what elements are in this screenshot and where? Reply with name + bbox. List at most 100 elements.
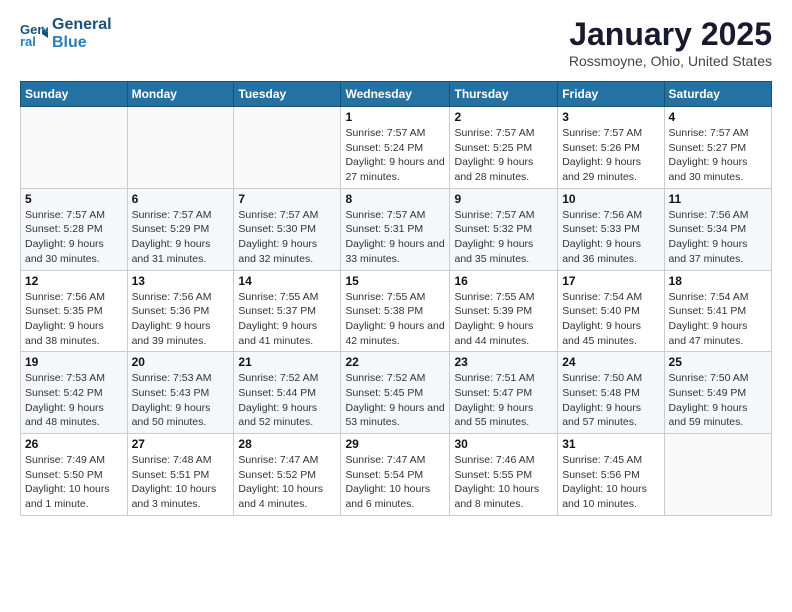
calendar-cell: [234, 107, 341, 189]
day-number: 30: [454, 437, 553, 451]
day-info: Sunrise: 7:52 AM Sunset: 5:44 PM Dayligh…: [238, 371, 336, 430]
day-info: Sunrise: 7:56 AM Sunset: 5:33 PM Dayligh…: [562, 208, 659, 267]
day-info: Sunrise: 7:53 AM Sunset: 5:43 PM Dayligh…: [132, 371, 230, 430]
calendar-cell: 29 Sunrise: 7:47 AM Sunset: 5:54 PM Dayli…: [341, 434, 450, 516]
day-info: Sunrise: 7:57 AM Sunset: 5:28 PM Dayligh…: [25, 208, 123, 267]
day-info: Sunrise: 7:57 AM Sunset: 5:30 PM Dayligh…: [238, 208, 336, 267]
calendar-cell: 15Sunrise: 7:55 AM Sunset: 5:38 PM Dayli…: [341, 270, 450, 352]
calendar-cell: 27 Sunrise: 7:48 AM Sunset: 5:51 PM Dayli…: [127, 434, 234, 516]
day-info: Sunrise: 7:50 AM Sunset: 5:48 PM Dayligh…: [562, 371, 659, 430]
day-info: Sunrise: 7:49 AM Sunset: 5:50 PM Dayligh…: [25, 453, 123, 512]
day-number: 14: [238, 274, 336, 288]
weekday-header-monday: Monday: [127, 82, 234, 107]
calendar-cell: 2 Sunrise: 7:57 AM Sunset: 5:25 PM Daylig…: [450, 107, 558, 189]
day-info: Sunrise: 7:47 AM Sunset: 5:52 PM Dayligh…: [238, 453, 336, 512]
day-info: Sunrise: 7:57 AM Sunset: 5:31 PM Dayligh…: [345, 208, 445, 267]
day-number: 10: [562, 192, 659, 206]
day-info: Sunrise: 7:48 AM Sunset: 5:51 PM Dayligh…: [132, 453, 230, 512]
calendar-cell: 20 Sunrise: 7:53 AM Sunset: 5:43 PM Dayli…: [127, 352, 234, 434]
day-info: Sunrise: 7:57 AM Sunset: 5:26 PM Dayligh…: [562, 126, 659, 185]
calendar-cell: 12Sunrise: 7:56 AM Sunset: 5:35 PM Dayli…: [21, 270, 128, 352]
day-number: 5: [25, 192, 123, 206]
svg-text:ral: ral: [20, 34, 36, 48]
day-number: 31: [562, 437, 659, 451]
day-number: 11: [669, 192, 767, 206]
calendar-cell: 22 Sunrise: 7:52 AM Sunset: 5:45 PM Dayli…: [341, 352, 450, 434]
calendar-cell: 31 Sunrise: 7:45 AM Sunset: 5:56 PM Dayli…: [558, 434, 664, 516]
day-number: 27: [132, 437, 230, 451]
calendar-cell: 18 Sunrise: 7:54 AM Sunset: 5:41 PM Dayli…: [664, 270, 771, 352]
calendar-cell: 14 Sunrise: 7:55 AM Sunset: 5:37 PM Dayli…: [234, 270, 341, 352]
logo-icon: Gene ral: [20, 20, 48, 48]
logo-text-line2: Blue: [52, 34, 112, 52]
logo: Gene ral General Blue: [20, 16, 112, 51]
calendar-cell: 16Sunrise: 7:55 AM Sunset: 5:39 PM Dayli…: [450, 270, 558, 352]
calendar-cell: 4 Sunrise: 7:57 AM Sunset: 5:27 PM Daylig…: [664, 107, 771, 189]
day-info: Sunrise: 7:57 AM Sunset: 5:27 PM Dayligh…: [669, 126, 767, 185]
calendar-title: January 2025: [569, 16, 772, 53]
day-info: Sunrise: 7:51 AM Sunset: 5:47 PM Dayligh…: [454, 371, 553, 430]
day-number: 29: [345, 437, 445, 451]
day-number: 22: [345, 355, 445, 369]
calendar-cell: 1Sunrise: 7:57 AM Sunset: 5:24 PM Daylig…: [341, 107, 450, 189]
day-number: 9: [454, 192, 553, 206]
calendar-cell: 30 Sunrise: 7:46 AM Sunset: 5:55 PM Dayli…: [450, 434, 558, 516]
calendar-cell: [127, 107, 234, 189]
day-info: Sunrise: 7:47 AM Sunset: 5:54 PM Dayligh…: [345, 453, 445, 512]
day-info: Sunrise: 7:46 AM Sunset: 5:55 PM Dayligh…: [454, 453, 553, 512]
day-number: 20: [132, 355, 230, 369]
day-info: Sunrise: 7:57 AM Sunset: 5:25 PM Dayligh…: [454, 126, 553, 185]
calendar-cell: 3Sunrise: 7:57 AM Sunset: 5:26 PM Daylig…: [558, 107, 664, 189]
day-number: 26: [25, 437, 123, 451]
day-number: 2: [454, 110, 553, 124]
calendar-cell: 17Sunrise: 7:54 AM Sunset: 5:40 PM Dayli…: [558, 270, 664, 352]
calendar-cell: 11 Sunrise: 7:56 AM Sunset: 5:34 PM Dayli…: [664, 188, 771, 270]
weekday-header-friday: Friday: [558, 82, 664, 107]
calendar-cell: 10 Sunrise: 7:56 AM Sunset: 5:33 PM Dayli…: [558, 188, 664, 270]
day-info: Sunrise: 7:56 AM Sunset: 5:34 PM Dayligh…: [669, 208, 767, 267]
header: Gene ral General Blue January 2025 Rossm…: [20, 16, 772, 69]
day-number: 6: [132, 192, 230, 206]
calendar-table: SundayMondayTuesdayWednesdayThursdayFrid…: [20, 81, 772, 516]
day-info: Sunrise: 7:45 AM Sunset: 5:56 PM Dayligh…: [562, 453, 659, 512]
day-number: 4: [669, 110, 767, 124]
calendar-cell: 25Sunrise: 7:50 AM Sunset: 5:49 PM Dayli…: [664, 352, 771, 434]
day-info: Sunrise: 7:53 AM Sunset: 5:42 PM Dayligh…: [25, 371, 123, 430]
day-info: Sunrise: 7:55 AM Sunset: 5:38 PM Dayligh…: [345, 290, 445, 349]
weekday-header-saturday: Saturday: [664, 82, 771, 107]
calendar-cell: 5 Sunrise: 7:57 AM Sunset: 5:28 PM Daylig…: [21, 188, 128, 270]
calendar-cell: 19Sunrise: 7:53 AM Sunset: 5:42 PM Dayli…: [21, 352, 128, 434]
calendar-cell: 28 Sunrise: 7:47 AM Sunset: 5:52 PM Dayli…: [234, 434, 341, 516]
day-info: Sunrise: 7:54 AM Sunset: 5:41 PM Dayligh…: [669, 290, 767, 349]
calendar-cell: 23 Sunrise: 7:51 AM Sunset: 5:47 PM Dayli…: [450, 352, 558, 434]
calendar-cell: 9 Sunrise: 7:57 AM Sunset: 5:32 PM Daylig…: [450, 188, 558, 270]
weekday-header-sunday: Sunday: [21, 82, 128, 107]
day-number: 28: [238, 437, 336, 451]
day-info: Sunrise: 7:56 AM Sunset: 5:35 PM Dayligh…: [25, 290, 123, 349]
day-number: 13: [132, 274, 230, 288]
day-number: 23: [454, 355, 553, 369]
weekday-header-wednesday: Wednesday: [341, 82, 450, 107]
weekday-header-thursday: Thursday: [450, 82, 558, 107]
day-number: 18: [669, 274, 767, 288]
calendar-cell: 21 Sunrise: 7:52 AM Sunset: 5:44 PM Dayli…: [234, 352, 341, 434]
day-info: Sunrise: 7:52 AM Sunset: 5:45 PM Dayligh…: [345, 371, 445, 430]
calendar-cell: 6Sunrise: 7:57 AM Sunset: 5:29 PM Daylig…: [127, 188, 234, 270]
logo-text-line1: General: [52, 16, 112, 34]
day-info: Sunrise: 7:50 AM Sunset: 5:49 PM Dayligh…: [669, 371, 767, 430]
day-number: 8: [345, 192, 445, 206]
day-info: Sunrise: 7:56 AM Sunset: 5:36 PM Dayligh…: [132, 290, 230, 349]
day-number: 17: [562, 274, 659, 288]
calendar-cell: [21, 107, 128, 189]
title-block: January 2025 Rossmoyne, Ohio, United Sta…: [569, 16, 772, 69]
weekday-header-tuesday: Tuesday: [234, 82, 341, 107]
day-number: 21: [238, 355, 336, 369]
day-info: Sunrise: 7:55 AM Sunset: 5:39 PM Dayligh…: [454, 290, 553, 349]
day-info: Sunrise: 7:55 AM Sunset: 5:37 PM Dayligh…: [238, 290, 336, 349]
day-info: Sunrise: 7:57 AM Sunset: 5:32 PM Dayligh…: [454, 208, 553, 267]
day-number: 24: [562, 355, 659, 369]
day-info: Sunrise: 7:57 AM Sunset: 5:24 PM Dayligh…: [345, 126, 445, 185]
day-number: 7: [238, 192, 336, 206]
calendar-cell: 8 Sunrise: 7:57 AM Sunset: 5:31 PM Daylig…: [341, 188, 450, 270]
calendar-cell: 24 Sunrise: 7:50 AM Sunset: 5:48 PM Dayli…: [558, 352, 664, 434]
